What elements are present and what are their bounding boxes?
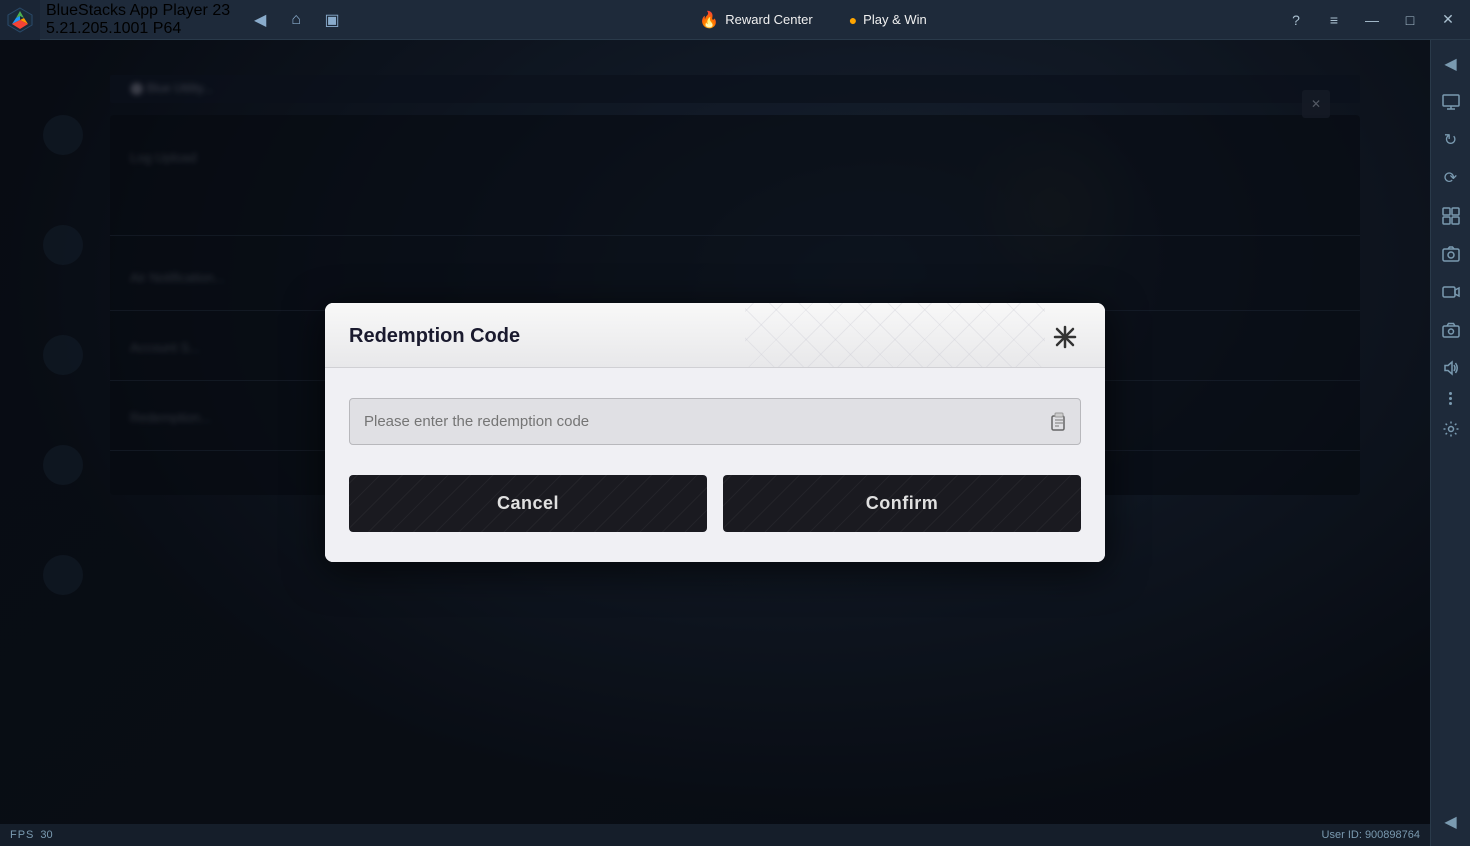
- menu-button[interactable]: ≡: [1316, 2, 1352, 38]
- window-controls: ? ≡ — □ ✕: [1278, 2, 1466, 38]
- titlebar: BlueStacks App Player 23 5.21.205.1001 P…: [0, 0, 1470, 40]
- app-version: 5.21.205.1001 P64: [46, 20, 230, 38]
- sidebar-icon-sync[interactable]: ⟳: [1433, 160, 1469, 196]
- close-x-icon: [1053, 325, 1077, 349]
- sidebar-dots: [1449, 392, 1452, 405]
- recents-button[interactable]: ▣: [316, 4, 348, 36]
- home-button[interactable]: ⌂: [280, 4, 312, 36]
- maximize-button[interactable]: □: [1392, 2, 1428, 38]
- sidebar-icon-monitor[interactable]: [1433, 84, 1469, 120]
- app-name-area: BlueStacks App Player 23 5.21.205.1001 P…: [46, 2, 230, 38]
- help-button[interactable]: ?: [1278, 2, 1314, 38]
- fps-label: FPS: [10, 829, 34, 841]
- app-title: BlueStacks App Player 23: [46, 2, 230, 20]
- dialog-close-button[interactable]: [1049, 321, 1081, 353]
- redemption-dialog: Redemption Code: [325, 303, 1105, 562]
- sidebar-icon-screenshot[interactable]: [1433, 236, 1469, 272]
- minimize-button[interactable]: —: [1354, 2, 1390, 38]
- close-button[interactable]: ✕: [1430, 2, 1466, 38]
- sidebar-icon-record[interactable]: [1433, 274, 1469, 310]
- confirm-button[interactable]: Confirm: [723, 475, 1081, 532]
- play-win-label: Play & Win: [863, 12, 927, 27]
- titlebar-center: 🔥 Reward Center ● Play & Win: [348, 6, 1278, 34]
- cancel-button[interactable]: Cancel: [349, 475, 707, 532]
- dialog-header: Redemption Code: [325, 303, 1105, 368]
- dialog-footer: Cancel Confirm: [349, 475, 1081, 532]
- fire-icon: 🔥: [699, 10, 719, 30]
- paste-button[interactable]: [1049, 411, 1069, 431]
- sidebar-icon-camera2[interactable]: [1433, 312, 1469, 348]
- user-id: User ID: 900898764: [1322, 829, 1420, 841]
- dialog-body: Cancel Confirm: [325, 368, 1105, 562]
- back-button[interactable]: ◀: [244, 4, 276, 36]
- reward-center-button[interactable]: 🔥 Reward Center: [689, 6, 822, 34]
- nav-buttons: ◀ ⌂ ▣: [244, 4, 348, 36]
- reward-center-label: Reward Center: [725, 12, 812, 27]
- right-sidebar: ◀ ↻ ⟳ ◀: [1430, 40, 1470, 846]
- sidebar-icon-settings[interactable]: [1433, 411, 1469, 447]
- sidebar-icon-volume[interactable]: [1433, 350, 1469, 386]
- play-win-button[interactable]: ● Play & Win: [839, 8, 937, 32]
- modal-overlay: Redemption Code: [0, 40, 1430, 824]
- fps-value: 30: [40, 829, 52, 841]
- sidebar-icon-arrow[interactable]: ◀: [1433, 46, 1469, 82]
- sidebar-icon-arrow-left[interactable]: ◀: [1433, 804, 1469, 840]
- coin-icon: ●: [849, 12, 857, 28]
- statusbar: FPS 30 User ID: 900898764: [0, 824, 1430, 846]
- paste-icon: [1049, 411, 1069, 431]
- bluestacks-logo: [6, 6, 34, 34]
- redemption-code-input[interactable]: [349, 398, 1081, 445]
- bluestacks-logo-area: [0, 0, 40, 40]
- sidebar-icon-rotate[interactable]: ↻: [1433, 122, 1469, 158]
- sidebar-icon-grid[interactable]: [1433, 198, 1469, 234]
- input-wrapper: [349, 398, 1081, 445]
- dialog-title: Redemption Code: [349, 325, 520, 348]
